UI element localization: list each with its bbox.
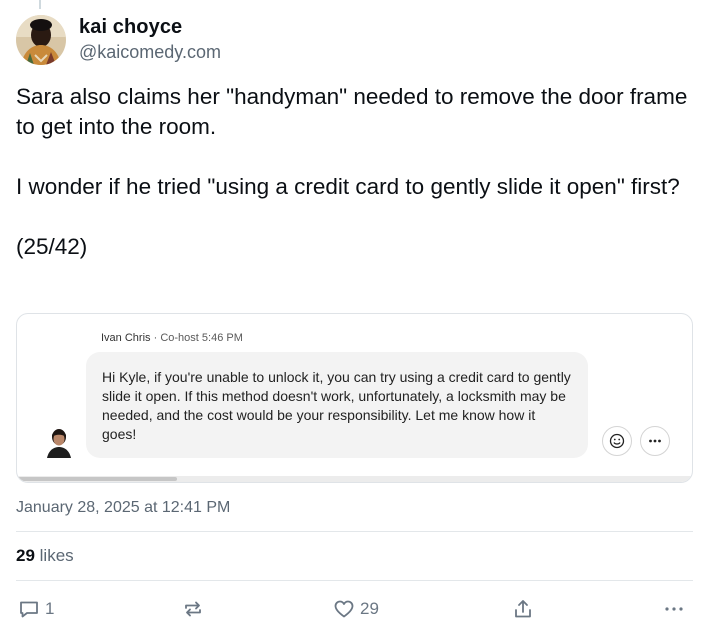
post-text: Sara also claims her "handyman" needed t…	[16, 82, 696, 262]
more-icon	[649, 439, 661, 443]
share-icon	[515, 600, 531, 618]
likes-summary[interactable]: 29 likes	[16, 546, 74, 566]
author-name[interactable]: kai choyce	[79, 16, 182, 39]
thread-connector	[39, 0, 41, 9]
author-handle[interactable]: @kaicomedy.com	[79, 42, 221, 63]
like-button[interactable]: 29	[333, 598, 379, 620]
message-author: Ivan Chris	[101, 332, 151, 344]
reply-button[interactable]: 1	[18, 598, 54, 620]
likes-count: 29	[16, 546, 35, 565]
message-more-button[interactable]	[640, 426, 670, 456]
share-button[interactable]	[512, 598, 534, 620]
post-timestamp[interactable]: January 28, 2025 at 12:41 PM	[16, 499, 230, 517]
message-time: 5:46 PM	[201, 332, 243, 344]
author-avatar[interactable]	[16, 15, 66, 65]
emoji-reaction-button[interactable]	[602, 426, 632, 456]
divider	[16, 580, 693, 581]
sender-avatar	[46, 428, 72, 458]
message-header: Ivan Chris · Co-host 5:46 PM	[101, 332, 243, 344]
repost-icon	[185, 601, 201, 617]
reply-count: 1	[45, 599, 55, 618]
like-count: 29	[360, 599, 379, 618]
embed-scrollbar-thumb	[17, 477, 177, 481]
likes-label: likes	[39, 546, 74, 565]
repost-button[interactable]	[182, 598, 204, 620]
message-text: Hi Kyle, if you're unable to unlock it, …	[102, 369, 571, 442]
more-icon	[665, 607, 683, 611]
reply-icon	[20, 601, 38, 618]
emoji-icon	[609, 433, 625, 449]
post-paragraph-3: (25/42)	[16, 234, 88, 259]
heart-icon	[334, 600, 354, 618]
message-bubble: Hi Kyle, if you're unable to unlock it, …	[86, 352, 588, 458]
post-paragraph-1: Sara also claims her "handyman" needed t…	[16, 84, 688, 139]
divider	[16, 531, 693, 532]
embedded-image[interactable]: Ivan Chris · Co-host 5:46 PM Hi Kyle, if…	[16, 313, 693, 483]
post-paragraph-2: I wonder if he tried "using a credit car…	[16, 174, 680, 199]
post-more-button[interactable]	[662, 598, 686, 620]
message-role: · Co-host	[153, 332, 199, 344]
embed-scrollbar	[17, 476, 692, 482]
